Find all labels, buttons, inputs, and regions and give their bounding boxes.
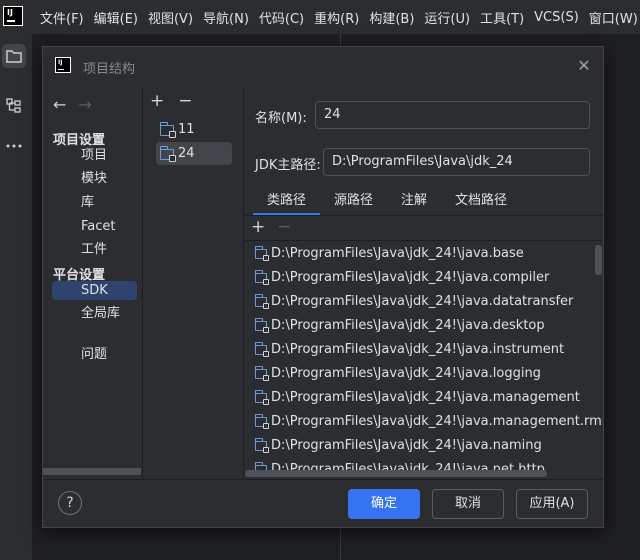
menu-items: 文件(F) 编辑(E) 视图(V) 导航(N) 代码(C) 重构(R) 构建(B… — [40, 0, 640, 34]
list-item[interactable]: D:\ProgramFiles\Java\jdk_24!\java.manage… — [253, 388, 580, 408]
sdk-toolbar: + − — [150, 91, 193, 111]
sdk-list-panel: + − 11 24 — [144, 87, 244, 479]
dialog-logo-text: IJ — [58, 59, 63, 66]
menu-window[interactable]: 窗口(W) — [589, 8, 638, 27]
jdk-home-label: JDK主路径: — [255, 158, 321, 173]
tabs-divider — [245, 215, 603, 216]
dialog-title-bar: IJ 项目结构 ✕ — [43, 47, 603, 87]
list-item-label: D:\ProgramFiles\Java\jdk_24!\java.manage… — [271, 414, 603, 429]
menu-file[interactable]: 文件(F) — [40, 8, 84, 27]
dialog-title: 项目结构 — [83, 62, 136, 77]
menu-build[interactable]: 构建(B) — [369, 8, 414, 27]
menu-refactor[interactable]: 重构(R) — [314, 8, 359, 27]
list-item-label: D:\ProgramFiles\Java\jdk_24!\java.instru… — [271, 342, 565, 357]
forward-arrow-icon[interactable]: → — [78, 95, 91, 115]
close-icon[interactable]: ✕ — [575, 57, 593, 75]
dialog-footer: ? 确定 取消 应用(A) — [43, 479, 603, 528]
app-logo-text: IJ — [7, 8, 13, 17]
folder-icon — [254, 414, 269, 429]
jdk-folder-icon — [159, 122, 176, 138]
jdk-home-field[interactable]: D:\ProgramFiles\Java\jdk_24 — [323, 148, 590, 176]
menu-bar: IJ 文件(F) 编辑(E) 视图(V) 导航(N) 代码(C) 重构(R) 构… — [0, 0, 640, 34]
remove-path-icon[interactable]: − — [277, 217, 291, 237]
menu-vcs[interactable]: VCS(S) — [534, 10, 579, 25]
nav-item-problems[interactable]: 问题 — [52, 345, 137, 364]
sdk-details: 名称(M): 24 JDK主路径: D:\ProgramFiles\Java\j… — [245, 87, 603, 479]
path-tabs: 类路径 源路径 注解 文档路径 — [253, 187, 521, 215]
tool-strip — [0, 34, 33, 560]
menu-edit[interactable]: 编辑(E) — [94, 8, 138, 27]
nav-item-global-libraries[interactable]: 全局库 — [52, 304, 137, 323]
project-structure-dialog: IJ 项目结构 ✕ ← → 项目设置 项目 模块 库 Facet 工件 平台设置… — [42, 46, 604, 528]
tab-classpath[interactable]: 类路径 — [253, 187, 321, 215]
folder-icon — [254, 294, 269, 309]
help-button[interactable]: ? — [58, 491, 82, 515]
name-label: 名称(M): — [255, 111, 307, 126]
folder-icon — [254, 366, 269, 381]
list-item-label: D:\ProgramFiles\Java\jdk_24!\java.loggin… — [271, 366, 541, 381]
folder-icon — [254, 342, 269, 357]
menu-navigate[interactable]: 导航(N) — [203, 8, 249, 27]
settings-nav: ← → 项目设置 项目 模块 库 Facet 工件 平台设置 SDK 全局库 问… — [43, 87, 143, 479]
folder-icon — [254, 270, 269, 285]
folder-icon — [254, 246, 269, 261]
folder-icon — [254, 390, 269, 405]
list-item[interactable]: D:\ProgramFiles\Java\jdk_24!\java.datatr… — [253, 292, 573, 312]
list-item-label: D:\ProgramFiles\Java\jdk_24!\java.naming — [271, 438, 542, 453]
list-item-label: D:\ProgramFiles\Java\jdk_24!\java.deskto… — [271, 318, 545, 333]
nav-scrollbar[interactable] — [43, 468, 141, 475]
list-item-label: D:\ProgramFiles\Java\jdk_24!\java.compil… — [271, 270, 550, 285]
nav-item-modules[interactable]: 模块 — [52, 169, 137, 188]
nav-item-libraries[interactable]: 库 — [52, 193, 137, 212]
nav-item-sdk[interactable]: SDK — [52, 281, 137, 300]
list-item-label: D:\ProgramFiles\Java\jdk_24!\java.manage… — [271, 390, 580, 405]
structure-icon[interactable] — [2, 94, 26, 118]
path-toolbar: + − — [251, 217, 292, 237]
sdk-item-label: 11 — [178, 122, 195, 137]
list-item[interactable]: D:\ProgramFiles\Java\jdk_24!\java.naming — [253, 436, 542, 456]
menu-tools[interactable]: 工具(T) — [480, 8, 524, 27]
nav-item-artifacts[interactable]: 工件 — [52, 240, 137, 259]
folder-icon — [254, 318, 269, 333]
app-logo: IJ — [3, 6, 23, 26]
list-item[interactable]: D:\ProgramFiles\Java\jdk_24!\java.compil… — [253, 268, 549, 288]
apply-button[interactable]: 应用(A) — [516, 489, 588, 519]
list-item-label: D:\ProgramFiles\Java\jdk_24!\java.datatr… — [271, 294, 574, 309]
remove-sdk-icon[interactable]: − — [178, 91, 192, 111]
horizontal-scrollbar[interactable] — [245, 470, 547, 477]
menu-run[interactable]: 运行(U) — [424, 8, 470, 27]
jdk-folder-icon — [159, 146, 176, 162]
list-item[interactable]: D:\ProgramFiles\Java\jdk_24!\java.instru… — [253, 340, 564, 360]
classpath-list: D:\ProgramFiles\Java\jdk_24!\java.base D… — [245, 240, 603, 479]
list-item[interactable]: D:\ProgramFiles\Java\jdk_24!\java.manage… — [253, 412, 603, 432]
list-item[interactable]: D:\ProgramFiles\Java\jdk_24!\java.loggin… — [253, 364, 541, 384]
name-field[interactable]: 24 — [315, 101, 590, 129]
folder-icon — [254, 438, 269, 453]
nav-item-facet[interactable]: Facet — [52, 217, 137, 236]
menu-code[interactable]: 代码(C) — [259, 8, 304, 27]
add-sdk-icon[interactable]: + — [150, 91, 164, 111]
list-item[interactable]: D:\ProgramFiles\Java\jdk_24!\java.base — [253, 244, 524, 264]
dialog-logo: IJ — [55, 57, 71, 73]
sdk-item-11[interactable]: 11 — [156, 118, 232, 141]
back-arrow-icon[interactable]: ← — [53, 95, 66, 115]
menu-view[interactable]: 视图(V) — [148, 8, 193, 27]
list-item[interactable]: D:\ProgramFiles\Java\jdk_24!\java.deskto… — [253, 316, 545, 336]
vertical-scrollbar[interactable] — [595, 245, 602, 275]
sdk-item-label: 24 — [178, 146, 195, 161]
nav-arrows: ← → — [53, 95, 92, 115]
tab-sourcepath[interactable]: 源路径 — [320, 187, 387, 215]
tab-annotations[interactable]: 注解 — [387, 187, 441, 215]
ok-button[interactable]: 确定 — [348, 489, 420, 519]
nav-item-project[interactable]: 项目 — [52, 146, 137, 165]
tab-documentation[interactable]: 文档路径 — [441, 187, 521, 215]
add-path-icon[interactable]: + — [251, 217, 265, 237]
cancel-button[interactable]: 取消 — [432, 489, 504, 519]
project-folder-icon[interactable] — [2, 44, 26, 68]
sdk-item-24[interactable]: 24 — [156, 142, 232, 165]
more-icon[interactable] — [2, 134, 26, 158]
list-item-label: D:\ProgramFiles\Java\jdk_24!\java.base — [271, 246, 524, 261]
